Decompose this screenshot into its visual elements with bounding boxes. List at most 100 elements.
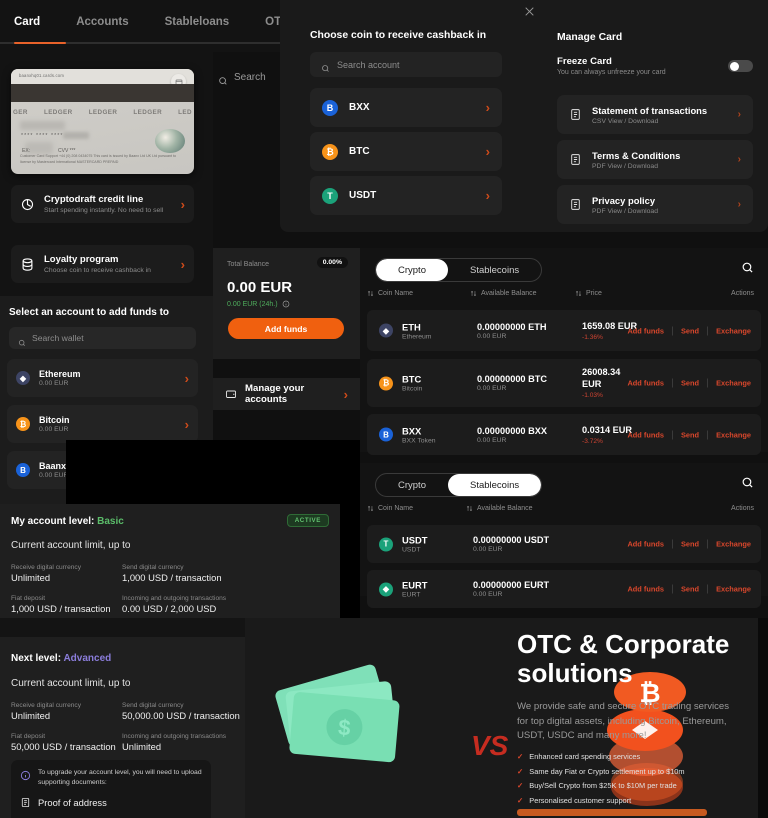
- search-icon: [218, 73, 228, 85]
- column-header-coin-name[interactable]: Coin Name: [367, 505, 413, 512]
- card-panel: baanxhq01.cards.com GER LEDGER LEDGER LE…: [0, 52, 213, 232]
- tab-stablecoins[interactable]: Stablecoins: [448, 259, 541, 281]
- list-item: ✓ Enhanced card spending services: [517, 752, 752, 761]
- coin-balance-fiat: 0.00 EUR: [477, 332, 507, 340]
- account-search-input[interactable]: Search account: [310, 52, 502, 77]
- table-search-icon[interactable]: [741, 261, 754, 274]
- info-icon[interactable]: [282, 300, 290, 308]
- tab-stableloans[interactable]: Stableloans: [165, 16, 230, 28]
- statement-of-transactions-row[interactable]: Statement of transactions CSV View / Dow…: [557, 95, 753, 134]
- modal-left-heading: Choose coin to receive cashback in: [310, 30, 487, 41]
- privacy-policy-row[interactable]: Privacy policy PDF View / Download ›: [557, 185, 753, 224]
- document-subtitle: PDF View / Download: [592, 207, 658, 215]
- table-row[interactable]: T USDT USDT 0.00000000 USDT 0.00 EUR Add…: [367, 525, 761, 563]
- limit-value: 1,000 USD / transaction: [122, 572, 222, 583]
- chevron-right-icon: ›: [184, 370, 189, 386]
- column-header-price[interactable]: Price: [575, 290, 602, 297]
- card-search-input[interactable]: Search: [218, 72, 266, 85]
- add-funds-link[interactable]: Add funds: [627, 540, 664, 549]
- total-balance-panel: Total Balance 0.00% 0.00 EUR 0.00 EUR (2…: [213, 248, 360, 359]
- cash-illustration: $: [275, 664, 400, 763]
- limit-heading: Current account limit, up to: [11, 540, 131, 551]
- modal-right-heading: Manage Card: [557, 32, 623, 43]
- table-row[interactable]: ◆ EURT EURT 0.00000000 EURT 0.00 EUR Add…: [367, 570, 761, 608]
- stablecoins-table-header: Coin Name Available Balance Actions: [360, 505, 768, 521]
- modal-coin-name: BXX: [349, 102, 370, 113]
- divider: [672, 430, 673, 439]
- modal-coin-row-bxx[interactable]: B BXX ›: [310, 88, 502, 127]
- bullet-text: Personalised customer support: [529, 795, 632, 805]
- table-row[interactable]: ₿ BTC Bitcoin 0.00000000 BTC 0.00 EUR 26…: [367, 359, 761, 407]
- terms-and-conditions-row[interactable]: Terms & Conditions PDF View / Download ›: [557, 140, 753, 179]
- document-icon: [571, 109, 580, 120]
- freeze-card-toggle[interactable]: [728, 60, 753, 72]
- chevron-right-icon: ›: [737, 154, 741, 165]
- exchange-link[interactable]: Exchange: [716, 585, 751, 594]
- chevron-right-icon: ›: [485, 188, 490, 203]
- exchange-link[interactable]: Exchange: [716, 326, 751, 335]
- table-row[interactable]: B BXX BXX Token 0.00000000 BXX 0.00 EUR …: [367, 414, 761, 455]
- credit-card-image[interactable]: baanxhq01.cards.com GER LEDGER LEDGER LE…: [11, 69, 194, 174]
- cryptodraft-title: Cryptodraft credit line: [44, 194, 144, 205]
- tab-crypto[interactable]: Crypto: [376, 259, 448, 281]
- close-icon[interactable]: [523, 5, 536, 18]
- column-header-actions: Actions: [731, 505, 754, 512]
- otc-cta-button[interactable]: [517, 809, 707, 816]
- column-header-coin-name[interactable]: Coin Name: [367, 290, 413, 297]
- account-level-prefix: My account level:: [11, 516, 95, 527]
- upgrade-requirements-box: To upgrade your account level, you will …: [11, 760, 211, 818]
- modal-coin-row-usdt[interactable]: T USDT ›: [310, 176, 502, 215]
- send-link[interactable]: Send: [681, 326, 699, 335]
- send-link[interactable]: Send: [681, 379, 699, 388]
- tab-stablecoins[interactable]: Stablecoins: [447, 474, 542, 496]
- add-funds-button[interactable]: Add funds: [228, 318, 344, 339]
- send-link[interactable]: Send: [681, 585, 699, 594]
- table-row[interactable]: ◆ ETH Ethereum 0.00000000 ETH 0.00 EUR 1…: [367, 310, 761, 351]
- tab-underline-rail: [0, 42, 290, 44]
- document-title: Privacy policy: [592, 194, 656, 206]
- account-row-ethereum[interactable]: ◆ Ethereum 0.00 EUR ›: [7, 359, 198, 397]
- tab-card[interactable]: Card: [14, 16, 40, 28]
- add-funds-link[interactable]: Add funds: [627, 379, 664, 388]
- modal-coin-row-btc[interactable]: ₿ BTC ›: [310, 132, 502, 171]
- upgrade-document-row[interactable]: Proof of address: [20, 797, 202, 808]
- bitcoin-icon: ₿: [379, 376, 393, 390]
- ethereum-icon: ◆: [379, 323, 393, 338]
- account-balance: 0.00 EUR: [39, 380, 69, 387]
- limit-key: Receive digital currency: [11, 702, 81, 709]
- exchange-link[interactable]: Exchange: [716, 379, 751, 388]
- loyalty-program-row[interactable]: Loyalty program Choose coin to receive c…: [11, 245, 194, 283]
- column-header-available-balance[interactable]: Available Balance: [466, 505, 533, 512]
- card-footer-text: Customer Card Support +44 (0) 208 043407…: [20, 154, 177, 164]
- coin-symbol: BTC: [402, 373, 422, 385]
- table-search-icon[interactable]: [741, 476, 754, 489]
- tab-crypto[interactable]: Crypto: [376, 474, 448, 496]
- status-badge-active: ACTIVE: [286, 514, 329, 527]
- manage-accounts-row[interactable]: Manage your accounts ›: [213, 378, 360, 410]
- coin-balance-fiat: 0.00 EUR: [477, 436, 507, 444]
- coin-balance: 0.00000000 USDT: [473, 535, 550, 545]
- account-row-bitcoin[interactable]: ₿ Bitcoin 0.00 EUR ›: [7, 405, 198, 443]
- send-link[interactable]: Send: [681, 430, 699, 439]
- limit-key: Fiat deposit: [11, 595, 46, 602]
- add-funds-link[interactable]: Add funds: [627, 430, 664, 439]
- column-header-available-balance[interactable]: Available Balance: [470, 290, 537, 297]
- card-cvv-label: CVV ***: [58, 148, 76, 154]
- coin-price-change: -1.03%: [582, 392, 603, 399]
- add-funds-link[interactable]: Add funds: [627, 585, 664, 594]
- exchange-link[interactable]: Exchange: [716, 430, 751, 439]
- exchange-link[interactable]: Exchange: [716, 540, 751, 549]
- chevron-right-icon: ›: [485, 144, 490, 159]
- divider: [672, 584, 673, 594]
- wallet-search-placeholder: Search wallet: [32, 333, 84, 343]
- card-redacted-name: [63, 132, 89, 139]
- add-funds-link[interactable]: Add funds: [627, 326, 664, 335]
- sort-icon: [575, 290, 582, 297]
- tab-accounts[interactable]: Accounts: [76, 16, 128, 28]
- cryptodraft-credit-line-row[interactable]: Cryptodraft credit line Start spending i…: [11, 185, 194, 223]
- check-icon: ✓: [517, 752, 524, 761]
- list-item: ✓ Buy/Sell Crypto from $25K to $10M per …: [517, 781, 752, 790]
- wallet-icon: [226, 390, 236, 398]
- send-link[interactable]: Send: [681, 540, 699, 549]
- wallet-search-input[interactable]: Search wallet: [9, 327, 196, 349]
